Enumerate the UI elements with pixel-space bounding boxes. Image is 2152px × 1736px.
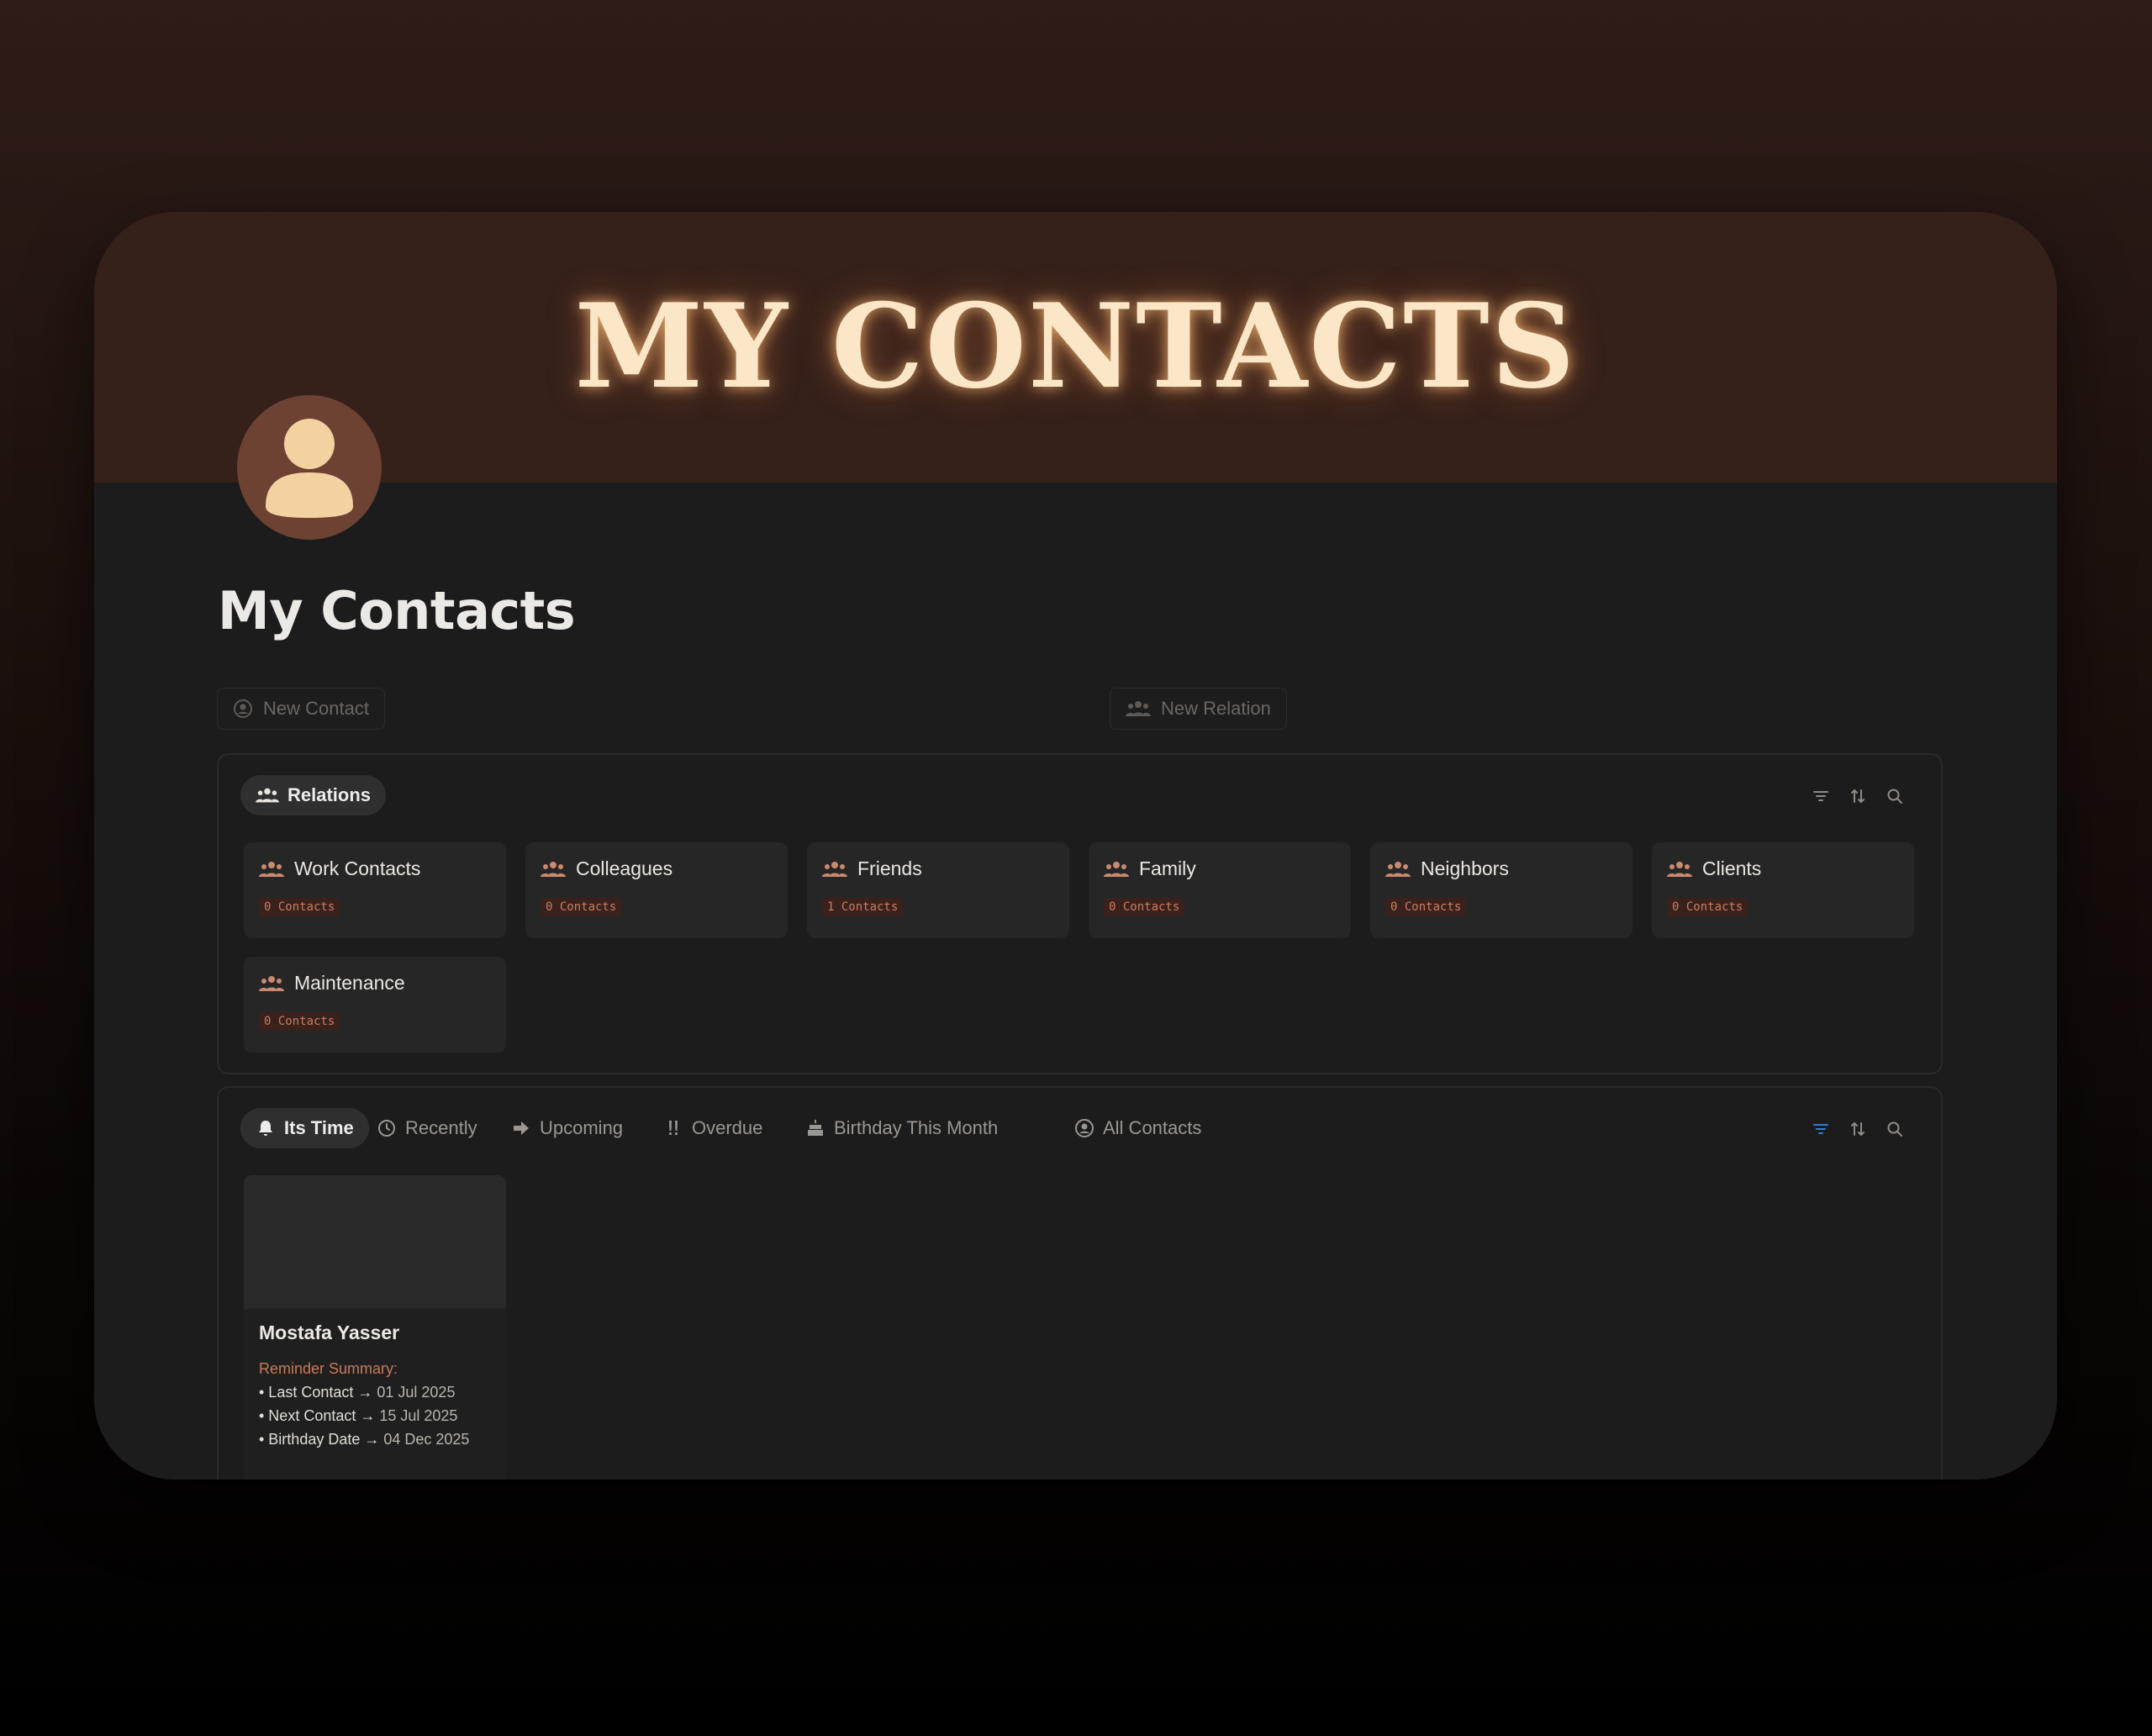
tab-all-contacts[interactable]: All Contacts [1059,1108,1216,1148]
relation-card[interactable]: Work Contacts 0 Contacts [244,842,506,938]
relation-name: Clients [1702,857,1762,879]
views-toolbar [1812,1120,1904,1138]
new-contact-label: New Contact [263,698,369,719]
relation-name: Family [1139,857,1196,879]
relation-card[interactable]: Maintenance 0 Contacts [244,957,506,1053]
filter-icon [1813,1124,1828,1134]
group-icon [1126,701,1151,716]
group-icon [1104,861,1129,877]
tab-relations[interactable]: Relations [240,775,387,815]
group-icon [1667,861,1692,877]
search-icon [1887,789,1902,804]
contact-name: Mostafa Yasser [259,1322,400,1343]
relation-name: Neighbors [1421,857,1509,879]
sort-icon [1851,1121,1865,1137]
cake-icon [808,1120,823,1136]
tab-upcoming[interactable]: Upcoming [496,1108,638,1148]
tab-overdue[interactable]: Overdue [648,1108,778,1148]
relations-panel: Relations Work Contacts 0 Contacts Colle… [217,753,1943,1074]
contact-count-badge: 0 Contacts [541,898,622,916]
group-icon [541,861,566,877]
cover-title: MY CONTACTS [574,277,1577,414]
contact-count-badge: 0 Contacts [259,898,340,916]
search-button[interactable] [1886,1120,1904,1138]
contacts-views-panel: Its Time Recently Upcoming Overdue Birth… [217,1086,1943,1480]
tab-upcoming-label: Upcoming [540,1117,624,1138]
sort-button[interactable] [1849,1120,1867,1138]
tab-overdue-label: Overdue [692,1117,763,1138]
group-icon [256,788,279,803]
search-button[interactable] [1886,787,1904,805]
relations-toolbar [1812,787,1904,805]
group-icon [1385,861,1411,877]
filter-button[interactable] [1812,1120,1830,1138]
filter-icon [1813,791,1828,801]
relation-card[interactable]: Family 0 Contacts [1089,842,1351,938]
contact-count-badge: 0 Contacts [1104,898,1185,916]
search-icon [1887,1121,1902,1137]
sort-icon [1851,789,1865,804]
contact-count-badge: 0 Contacts [1385,898,1467,916]
tab-relations-label: Relations [287,784,372,805]
reminder-line: • Last Contact → 01 Jul 2025 [259,1384,456,1401]
new-contact-button[interactable]: New Contact [217,688,385,730]
reminder-line: • Next Contact → 15 Jul 2025 [259,1407,458,1424]
relation-name: Friends [857,857,922,879]
contact-count-badge: 1 Contacts [822,898,904,916]
bell-icon [259,1121,272,1136]
filter-button[interactable] [1812,787,1830,805]
user-icon [266,419,353,518]
tab-recently-label: Recently [405,1117,477,1138]
tab-birthday-this-month[interactable]: Birthday This Month [790,1108,1013,1148]
reminder-summary-title: Reminder Summary: [259,1360,398,1377]
relation-card[interactable]: Neighbors 0 Contacts [1370,842,1632,938]
contact-card-cover [244,1175,506,1310]
tab-recently[interactable]: Recently [361,1108,493,1148]
relation-name: Colleagues [576,857,673,879]
tab-birthday-label: Birthday This Month [834,1117,999,1138]
new-relation-button[interactable]: New Relation [1110,688,1287,730]
reminder-line: • Birthday Date → 04 Dec 2025 [259,1431,470,1448]
relation-card[interactable]: Clients 0 Contacts [1652,842,1914,938]
page-icon-avatar[interactable] [237,395,382,540]
contact-count-badge: 0 Contacts [1667,898,1748,916]
group-icon [259,861,284,877]
double-exclamation-icon [669,1121,678,1135]
relation-name: Maintenance [294,972,405,994]
clock-icon [378,1120,395,1137]
group-icon [259,975,284,991]
group-icon [822,861,847,877]
contact-card[interactable]: Mostafa Yasser Reminder Summary: • Last … [244,1175,506,1480]
sort-button[interactable] [1849,787,1867,805]
tab-its-time-label: Its Time [284,1117,354,1138]
page-window: MY CONTACTS My Contacts New Contact New … [94,212,2057,1480]
relation-name: Work Contacts [294,857,421,879]
arrow-right-icon [514,1121,529,1135]
user-circle-icon [234,699,252,718]
page-title: My Contacts [218,580,576,641]
new-relation-label: New Relation [1161,698,1271,719]
tab-all-contacts-label: All Contacts [1103,1117,1202,1138]
relation-card[interactable]: Colleagues 0 Contacts [525,842,788,938]
user-circle-icon [1075,1119,1094,1137]
cover-banner: MY CONTACTS [94,212,2057,483]
tab-its-time[interactable]: Its Time [240,1108,369,1148]
contact-count-badge: 0 Contacts [259,1012,340,1031]
relation-card[interactable]: Friends 1 Contacts [807,842,1069,938]
